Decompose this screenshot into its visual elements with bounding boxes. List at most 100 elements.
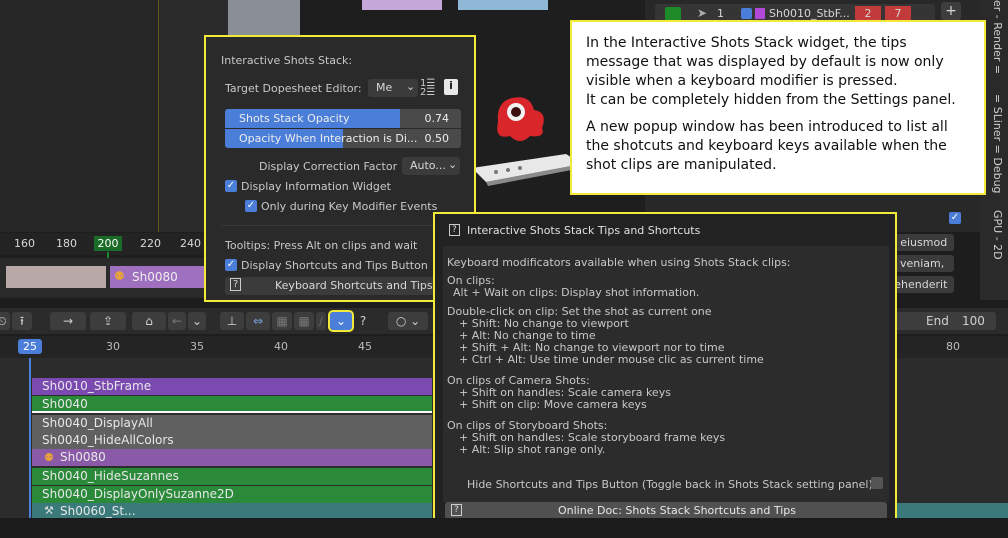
key-modifier-checkbox[interactable]: ✓ (245, 200, 257, 212)
correction-label: Display Correction Factor (259, 160, 398, 173)
grid-icon-2[interactable]: ▦ (294, 312, 314, 330)
storyboard-item: + Alt: Slip shot range only. (459, 443, 606, 456)
panel-title: Interactive Shots Stack: (221, 54, 353, 67)
count-3: 7 (885, 6, 911, 21)
camera-icon: ⚉ (114, 269, 125, 283)
chevron-down-icon: ⌄ (448, 158, 458, 171)
tick-label: 40 (274, 340, 288, 353)
track-sh0040-hideallcolors[interactable]: Sh0040_HideAllColors (32, 432, 432, 449)
add-icon[interactable]: + (941, 2, 961, 20)
target-label: Target Dopesheet Editor: (225, 82, 362, 95)
hide-shortcuts-label: Hide Shortcuts and Tips Button (Toggle b… (467, 478, 873, 491)
list-icon[interactable]: 1☰ 2☰ (420, 79, 436, 98)
target-value: Me (376, 81, 393, 94)
help-icon: ? (449, 224, 460, 236)
checkbox[interactable]: ✓ (949, 212, 961, 224)
info-icon[interactable]: i (444, 79, 458, 95)
swap-icon[interactable]: ⇔ (246, 312, 270, 330)
slash-icon[interactable]: ∕ (316, 312, 326, 330)
shortcuts-dropdown-button[interactable]: ⌄ (328, 310, 354, 332)
tick-label: 80 (946, 340, 960, 353)
track-sh0040-displayall[interactable]: Sh0040_DisplayAll (32, 415, 432, 432)
clock-icon[interactable]: ⏲ (0, 312, 10, 330)
interaction-opacity-slider[interactable]: Opacity When Interaction is Di... 0.50 (225, 129, 461, 148)
track-sh0010-stbframe[interactable]: Sh0010_StbFrame (32, 378, 432, 395)
track-sh0040[interactable]: Sh0040 (32, 396, 432, 413)
display-shortcuts-checkbox[interactable]: ✓ (225, 259, 237, 271)
shot-checkbox[interactable] (741, 8, 752, 19)
viewport-left-region (0, 0, 160, 232)
hide-shortcuts-checkbox[interactable] (871, 477, 883, 489)
playhead-line (29, 358, 31, 518)
note-paragraph-3: A new popup window has been introduced t… (586, 119, 948, 173)
remote-control-icon (466, 148, 586, 188)
help-icon[interactable]: ? (356, 312, 370, 330)
target-dropdown[interactable]: Me ⌄ (368, 79, 418, 97)
camera-item: + Shift on clip: Move camera keys (459, 398, 647, 411)
count-1: 1 (717, 7, 724, 20)
track-sh0080[interactable]: Sh0080 (32, 449, 432, 466)
shot-clip[interactable] (6, 266, 106, 288)
tab-render[interactable]: er - Render = (984, 0, 1004, 80)
tick-label: 30 (106, 340, 120, 353)
track-sh0040-hidesuzannes[interactable]: Sh0040_HideSuzannes (32, 468, 432, 485)
keyboard-button-label: Keyboard Shortcuts and Tips (275, 279, 433, 292)
opacity-label: Shots Stack Opacity (239, 112, 350, 125)
color-swatch-icon (665, 7, 681, 21)
key-modifier-label: Only during Key Modifier Events (261, 200, 438, 213)
interaction-label: Opacity When Interaction is Di... (239, 132, 418, 145)
help-icon: ? (451, 504, 462, 516)
grid-icon[interactable]: ▦ (272, 312, 292, 330)
cursor-icon: ➤ (697, 6, 708, 20)
tab-sliner-debug[interactable]: = SLiner = Debug (984, 94, 1004, 198)
popup-intro: Keyboard modificators available when usi… (447, 256, 791, 269)
end-value: 100 (962, 314, 985, 328)
keyboard-shortcuts-button[interactable]: ? Keyboard Shortcuts and Tips (225, 277, 461, 295)
tab-gpu-2d[interactable]: GPU - 2D (984, 210, 1004, 270)
info-widget-label: Display Information Widget (241, 180, 391, 193)
chevron-down-icon: ⌄ (406, 80, 416, 93)
on-clips-item: Alt + Wait on clips: Display shot inform… (453, 286, 700, 299)
shots-icon[interactable]: ⌂ (132, 312, 166, 330)
shot-name: Sh0010_StbF... (769, 7, 850, 20)
character-icon (490, 92, 544, 141)
tick-label: 35 (190, 340, 204, 353)
track-right (896, 503, 1008, 518)
opacity-slider[interactable]: Shots Stack Opacity 0.74 (225, 109, 461, 128)
popup-title: Interactive Shots Stack Tips and Shortcu… (467, 224, 701, 237)
online-doc-label: Online Doc: Shots Stack Shortcuts and Ti… (558, 504, 797, 517)
annotation-note: In the Interactive Shots Stack widget, t… (570, 20, 986, 195)
info-widget-checkbox[interactable]: ✓ (225, 180, 237, 192)
arrow-right-icon[interactable]: → (50, 312, 86, 330)
display-shortcuts-label: Display Shortcuts and Tips Button (241, 259, 428, 272)
correction-dropdown[interactable]: Auto... ⌄ (402, 157, 460, 175)
camera-icon: ⚉ (44, 451, 54, 464)
count-2: 2 (855, 6, 881, 21)
jump-top-icon[interactable]: ⭱ (12, 312, 32, 330)
double-click-item: + Ctrl + Alt: Use time under mouse clic … (459, 353, 764, 366)
dropdown-icon[interactable]: ⌄ (188, 312, 206, 330)
opacity-value: 0.74 (424, 112, 450, 125)
current-frame-indicator[interactable]: 25 (18, 339, 42, 354)
tick-label: 160 (14, 237, 35, 250)
bottom-status-bar (0, 518, 1008, 538)
help-icon: ? (230, 278, 242, 291)
back-arrow-icon[interactable]: ← (168, 312, 186, 330)
color-swatch-icon (755, 8, 765, 19)
end-frame-field[interactable]: End 100 (888, 312, 996, 330)
align-icon[interactable]: ⊥ (220, 312, 244, 330)
tick-label: 45 (358, 340, 372, 353)
tips-popup: ? Interactive Shots Stack Tips and Short… (433, 212, 897, 532)
tick-label: 180 (56, 237, 77, 250)
note-paragraph-2: It can be completely hidden from the Set… (586, 92, 956, 108)
tooltips-label: Tooltips: Press Alt on clips and wait (225, 239, 418, 252)
export-icon[interactable]: ⇪ (90, 312, 126, 330)
clip-label: Sh0080 (132, 270, 178, 284)
storyboard-icon: ⚒ (44, 504, 54, 517)
track-sh0040-displayonlysuzanne2d[interactable]: Sh0040_DisplayOnlySuzanne2D (32, 486, 432, 503)
interaction-value: 0.50 (424, 132, 450, 145)
circle-icon[interactable]: ○ ⌄ (388, 312, 428, 330)
tick-label: 220 (140, 237, 161, 250)
correction-value: Auto... (410, 159, 446, 172)
current-frame-indicator[interactable]: 200 (94, 236, 122, 251)
